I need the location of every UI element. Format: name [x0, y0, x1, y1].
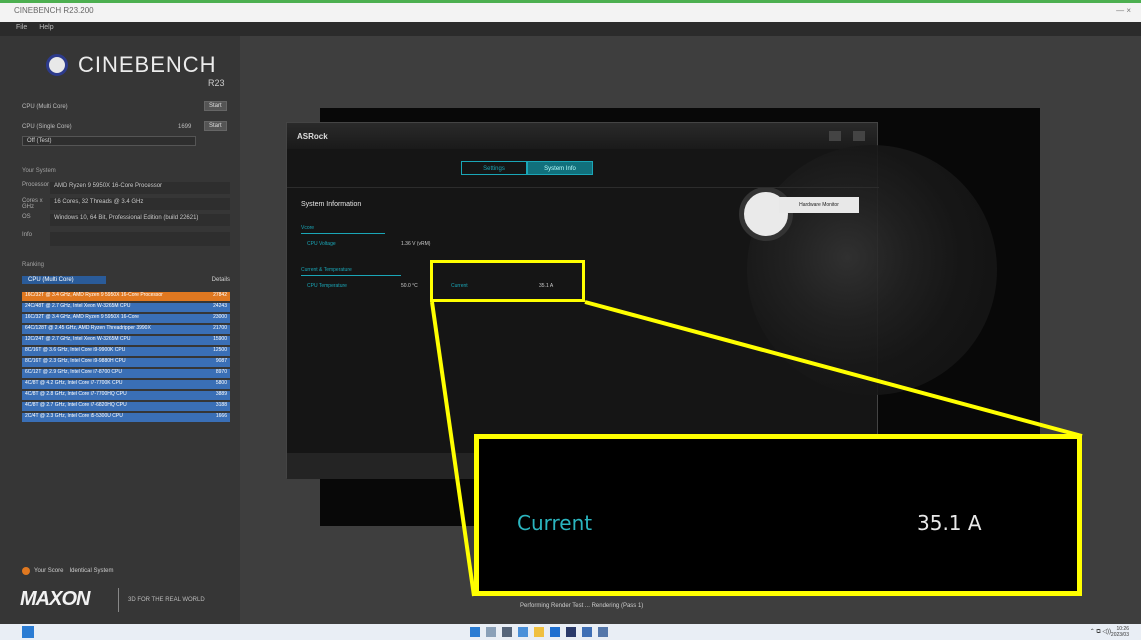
maxon-tagline: 3D FOR THE REAL WORLD	[128, 597, 205, 603]
legend-row: Your Score Identical System	[22, 567, 114, 575]
zoom-callout: Current 35.1 A	[474, 434, 1082, 596]
search-icon[interactable]	[486, 627, 496, 637]
identical-system-label: Identical System	[69, 568, 114, 574]
taskbar-date: 2023/03	[1110, 632, 1129, 638]
maxon-separator	[118, 588, 119, 612]
task-view-icon[interactable]	[502, 627, 512, 637]
taskbar-clock[interactable]: 10:26 2023/03	[1111, 626, 1129, 638]
widgets-icon[interactable]	[22, 626, 34, 638]
maxon-logo: MAXON	[20, 588, 90, 610]
callout-current-label: Current	[517, 511, 593, 535]
callout-current-value: 35.1 A	[917, 511, 982, 535]
render-status-text: Performing Render Test ... Rendering (Pa…	[520, 603, 644, 609]
file-explorer-icon[interactable]	[534, 627, 544, 637]
chat-icon[interactable]	[518, 627, 528, 637]
zoom-source-box	[430, 260, 585, 302]
zoom-line-right	[584, 300, 1083, 438]
store-icon[interactable]	[566, 627, 576, 637]
system-tray-icons[interactable]: ⌃ ⧉ ◁))	[1090, 628, 1111, 636]
your-score-dot-icon	[22, 567, 30, 575]
zoom-line-left	[430, 301, 476, 597]
asrock-taskbar-icon[interactable]	[598, 627, 608, 637]
your-score-label: Your Score	[34, 568, 64, 574]
start-icon[interactable]	[470, 627, 480, 637]
cinebench-taskbar-icon[interactable]	[582, 627, 592, 637]
edge-icon[interactable]	[550, 627, 560, 637]
